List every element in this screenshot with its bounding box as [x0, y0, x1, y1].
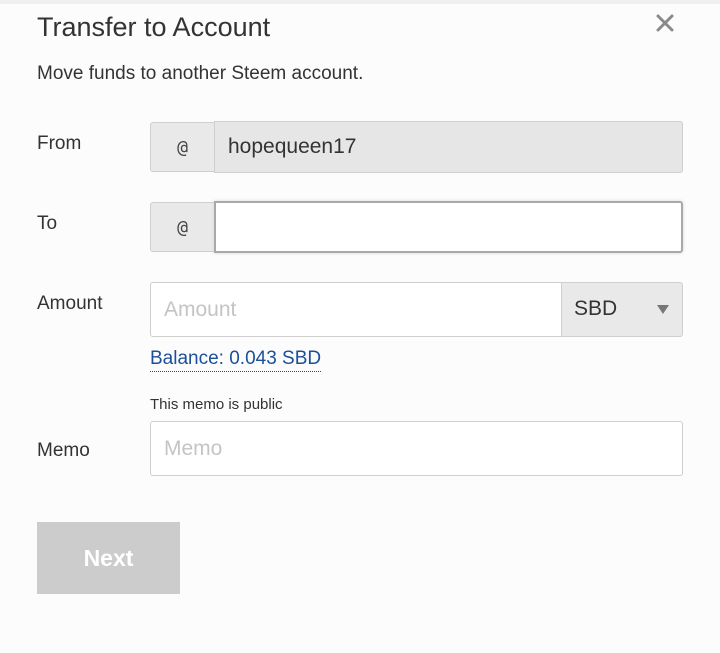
- amount-field[interactable]: [150, 282, 562, 337]
- balance-link[interactable]: Balance: 0.043 SBD: [150, 348, 322, 372]
- to-label: To: [37, 213, 58, 234]
- dialog-title: Transfer to Account: [37, 12, 271, 42]
- memo-label: Memo: [37, 440, 90, 461]
- from-field: [214, 121, 683, 173]
- dialog-subtitle: Move funds to another Steem account.: [37, 63, 364, 84]
- transfer-dialog: Transfer to Account Move funds to anothe…: [0, 0, 720, 653]
- asset-select[interactable]: SBD: [561, 282, 683, 337]
- close-icon[interactable]: [650, 8, 680, 38]
- from-at-prefix: @: [150, 122, 214, 172]
- from-label: From: [37, 133, 82, 154]
- to-at-prefix: @: [150, 202, 214, 252]
- memo-public-hint: This memo is public: [150, 396, 283, 413]
- asset-select-value: SBD: [574, 297, 618, 320]
- next-button[interactable]: Next: [37, 522, 180, 594]
- memo-field[interactable]: [150, 421, 683, 476]
- amount-label: Amount: [37, 293, 103, 314]
- chevron-down-icon: [657, 305, 669, 314]
- to-field[interactable]: [214, 201, 683, 253]
